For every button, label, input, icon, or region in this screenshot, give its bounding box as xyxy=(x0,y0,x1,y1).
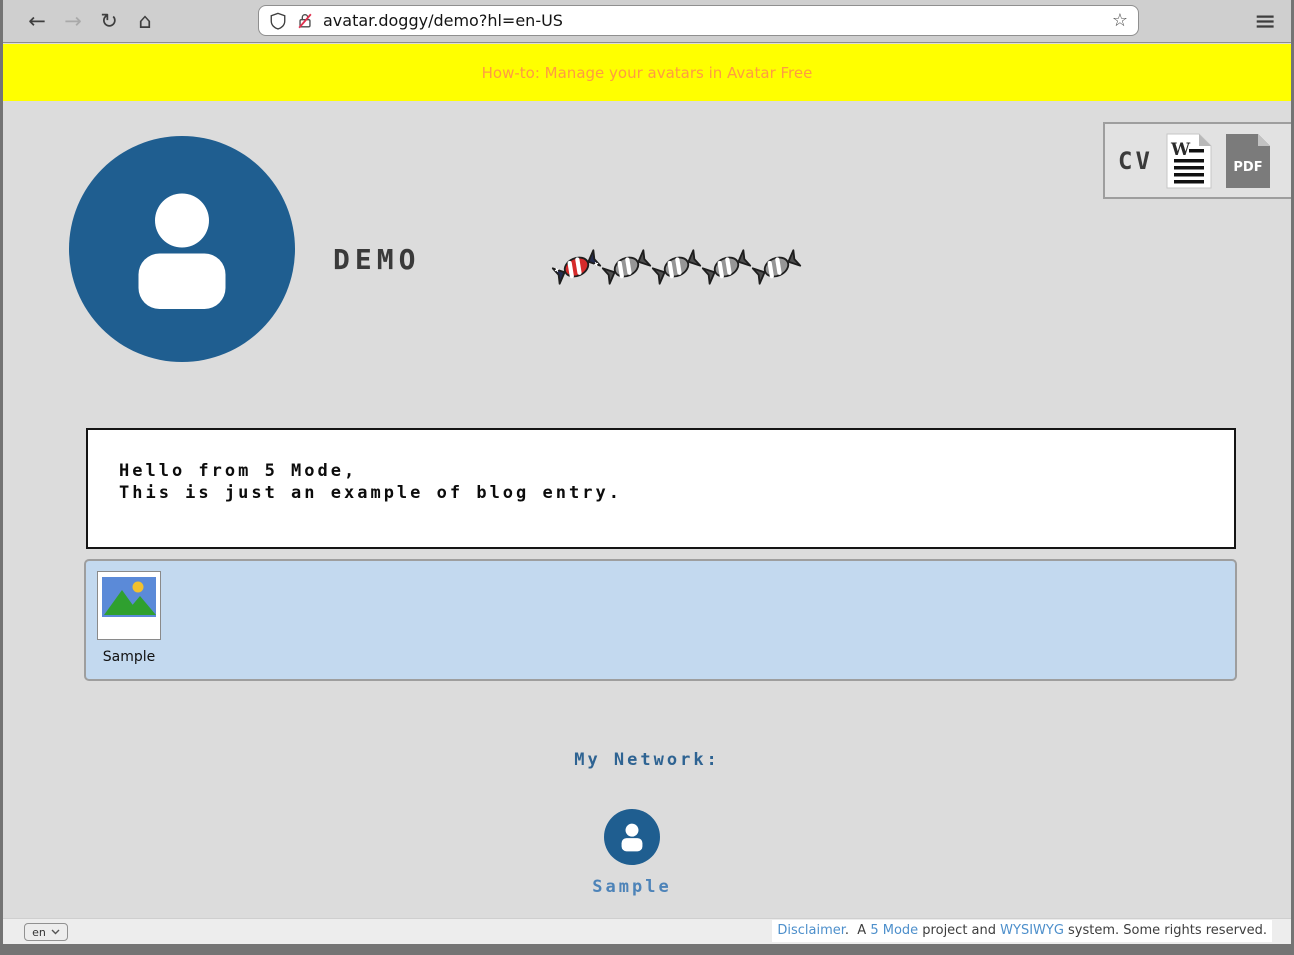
pdf-label: PDF xyxy=(1233,160,1262,175)
browser-window: ← → ↻ ⌂ avatar.doggy/demo?hl=en-US ☆ ≡ H… xyxy=(0,0,1294,955)
wysiwyg-link[interactable]: WYSIWYG xyxy=(1000,923,1064,938)
image-placeholder-icon xyxy=(102,577,156,617)
person-icon xyxy=(614,819,650,855)
candy-icon xyxy=(552,237,601,297)
browser-toolbar: ← → ↻ ⌂ avatar.doggy/demo?hl=en-US ☆ ≡ xyxy=(0,0,1294,43)
word-letter: W xyxy=(1170,140,1191,160)
language-selector[interactable]: en xyxy=(24,923,68,941)
home-icon[interactable]: ⌂ xyxy=(130,6,160,36)
five-mode-link[interactable]: 5 Mode xyxy=(870,923,918,938)
blog-entry-box: Hello from 5 Mode, This is just an examp… xyxy=(86,428,1236,549)
promo-banner[interactable]: How-to: Manage your avatars in Avatar Fr… xyxy=(3,44,1291,101)
promo-banner-text[interactable]: How-to: Manage your avatars in Avatar Fr… xyxy=(482,64,813,82)
blog-line-1: Hello from 5 Mode, xyxy=(119,460,1234,482)
pdf-doc-icon[interactable]: PDF xyxy=(1225,133,1271,189)
menu-icon[interactable]: ≡ xyxy=(1248,4,1282,38)
window-border-bottom xyxy=(0,944,1294,955)
footer-text-segment: system. Some rights reserved. xyxy=(1064,923,1267,938)
disclaimer-link[interactable]: Disclaimer xyxy=(777,923,845,938)
footer-credits: Disclaimer. A 5 Mode project and WYSIWYG… xyxy=(772,920,1272,942)
refresh-icon[interactable]: ↻ xyxy=(94,6,124,36)
language-value: en xyxy=(32,926,46,939)
shield-icon[interactable] xyxy=(269,12,287,30)
candy-rating xyxy=(552,237,801,297)
network-member-name[interactable]: Sample xyxy=(532,877,732,897)
candy-icon xyxy=(752,237,801,297)
footer-text-segment: project and xyxy=(918,923,1000,938)
window-border-left xyxy=(0,0,3,955)
word-doc-icon[interactable]: W xyxy=(1166,133,1212,189)
blog-line-2: This is just an example of blog entry. xyxy=(119,482,1234,504)
gallery-box: Sample xyxy=(84,559,1237,681)
insecure-lock-icon[interactable] xyxy=(296,12,314,30)
cv-downloads-box: CV W PDF xyxy=(1103,122,1294,199)
candy-icon xyxy=(652,237,701,297)
network-heading: My Network: xyxy=(0,750,1294,770)
forward-icon[interactable]: → xyxy=(58,6,88,36)
bookmark-star-icon[interactable]: ☆ xyxy=(1112,10,1128,31)
back-icon[interactable]: ← xyxy=(22,6,52,36)
url-text[interactable]: avatar.doggy/demo?hl=en-US xyxy=(323,11,1112,30)
candy-icon xyxy=(702,237,751,297)
profile-name: DEMO xyxy=(333,243,420,276)
footer-text-segment: . A xyxy=(845,923,870,938)
cv-label: CV xyxy=(1118,147,1153,175)
chevron-down-icon xyxy=(51,929,60,935)
network-member-avatar[interactable] xyxy=(604,809,660,865)
page-footer: en Disclaimer. A 5 Mode project and WYSI… xyxy=(3,918,1291,944)
gallery-item-label[interactable]: Sample xyxy=(89,649,169,665)
person-icon xyxy=(107,174,257,324)
url-bar[interactable]: avatar.doggy/demo?hl=en-US ☆ xyxy=(258,5,1139,36)
candy-icon xyxy=(602,237,651,297)
gallery-thumbnail[interactable] xyxy=(97,571,161,640)
profile-avatar xyxy=(69,136,295,362)
